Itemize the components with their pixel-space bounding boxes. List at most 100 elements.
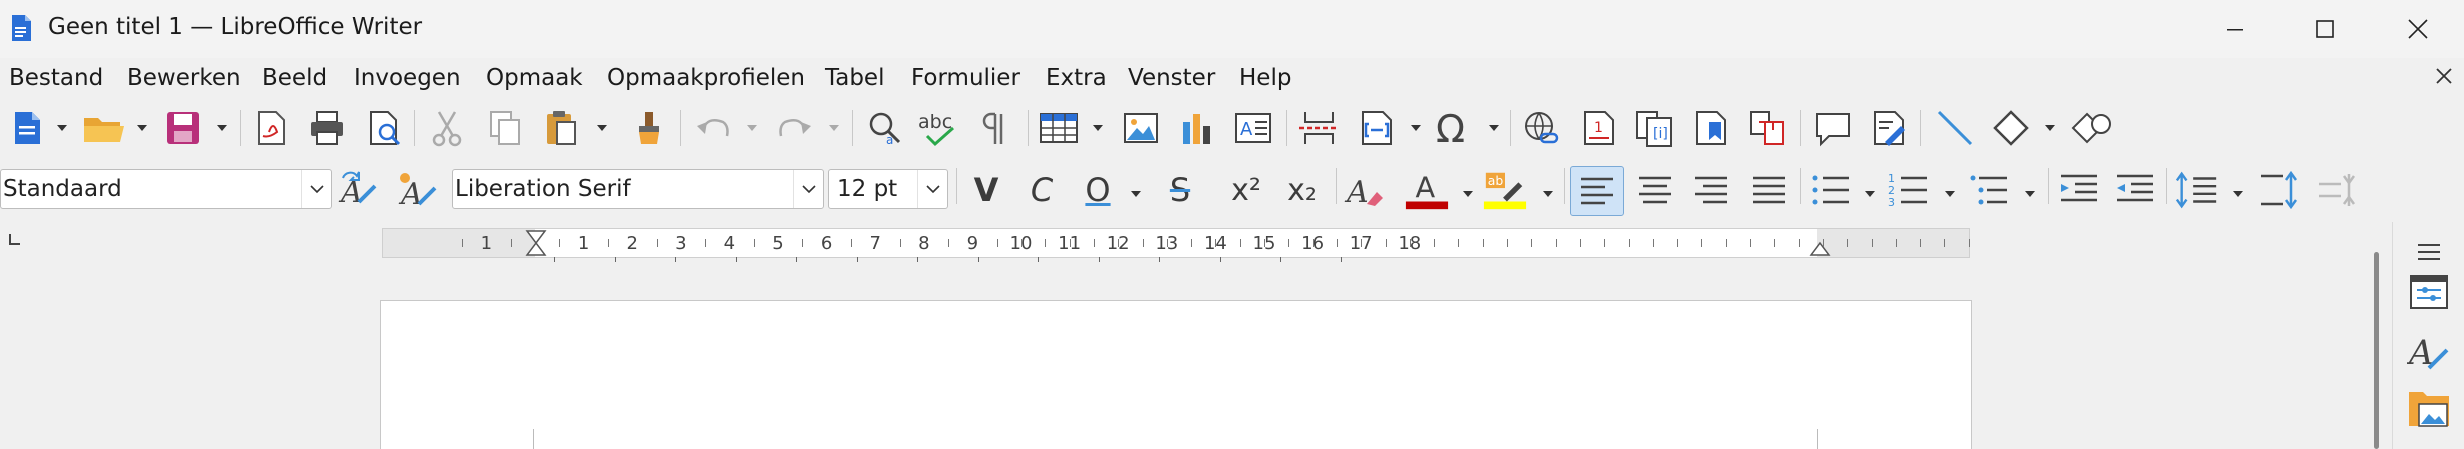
outline-list-dropdown[interactable] — [2022, 170, 2038, 218]
print-button[interactable] — [304, 104, 350, 152]
vertical-scrollbar[interactable] — [2374, 222, 2392, 449]
document-page[interactable] — [380, 300, 1972, 449]
numbered-list-dropdown[interactable] — [1942, 170, 1958, 218]
menu-venster[interactable]: Venster — [1128, 65, 1215, 91]
insert-chart-button[interactable] — [1174, 104, 1220, 152]
menu-formulier[interactable]: Formulier — [911, 65, 1020, 91]
superscript-button[interactable]: x² — [1222, 170, 1270, 210]
insert-table-dropdown[interactable] — [1090, 104, 1106, 152]
paragraph-spacing-increase-button[interactable] — [2256, 166, 2302, 214]
export-pdf-button[interactable] — [248, 104, 294, 152]
paste-dropdown[interactable] — [594, 104, 610, 152]
menu-opmaakprofielen[interactable]: Opmaakprofielen — [607, 65, 805, 91]
cut-button[interactable] — [424, 104, 470, 152]
bullet-list-button[interactable] — [1808, 166, 1854, 214]
scrollbar-thumb[interactable] — [2374, 252, 2379, 449]
find-replace-button[interactable]: a — [862, 104, 908, 152]
sidebar-gallery-button[interactable] — [2405, 384, 2453, 432]
print-preview-button[interactable] — [362, 104, 408, 152]
insert-table-button[interactable] — [1036, 104, 1082, 152]
decrease-indent-button[interactable] — [2112, 166, 2158, 214]
minimize-button[interactable] — [2200, 0, 2270, 58]
menu-tabel[interactable]: Tabel — [825, 65, 884, 91]
insert-image-button[interactable] — [1118, 104, 1164, 152]
paragraph-spacing-decrease-button[interactable] — [2314, 166, 2360, 214]
font-name-dropdown[interactable] — [793, 170, 823, 208]
subscript-button[interactable]: x₂ — [1278, 170, 1326, 210]
bullet-list-dropdown[interactable] — [1862, 170, 1878, 218]
basic-shapes-dropdown[interactable] — [2042, 104, 2058, 152]
left-indent-marker-icon[interactable] — [525, 229, 547, 257]
align-right-button[interactable] — [1688, 166, 1734, 214]
justify-button[interactable] — [1746, 166, 1792, 214]
insert-field-dropdown[interactable] — [1408, 104, 1424, 152]
comment-button[interactable] — [1810, 104, 1856, 152]
menu-invoegen[interactable]: Invoegen — [354, 65, 461, 91]
special-character-dropdown[interactable] — [1486, 104, 1502, 152]
open-dropdown[interactable] — [134, 104, 150, 152]
paste-button[interactable] — [538, 104, 584, 152]
close-document-icon[interactable] — [2430, 62, 2458, 90]
bold-button[interactable]: V — [962, 170, 1010, 210]
new-document-dropdown[interactable] — [54, 104, 70, 152]
undo-button[interactable] — [690, 104, 736, 152]
cross-reference-button[interactable] — [1744, 104, 1790, 152]
draw-functions-button[interactable] — [2070, 104, 2116, 152]
redo-dropdown[interactable] — [826, 104, 842, 152]
align-left-button[interactable] — [1570, 166, 1624, 216]
increase-indent-button[interactable] — [2056, 166, 2102, 214]
close-window-button[interactable] — [2383, 0, 2453, 58]
page-break-button[interactable] — [1296, 104, 1342, 152]
highlight-dropdown[interactable] — [1540, 170, 1556, 218]
formatting-marks-button[interactable] — [972, 104, 1018, 152]
menu-opmaak[interactable]: Opmaak — [486, 65, 583, 91]
sidebar-properties-button[interactable] — [2405, 268, 2453, 316]
menu-help[interactable]: Help — [1239, 65, 1291, 91]
save-dropdown[interactable] — [214, 104, 230, 152]
spellcheck-button[interactable]: abc — [916, 104, 962, 152]
italic-button[interactable]: C — [1018, 170, 1066, 210]
line-spacing-dropdown[interactable] — [2230, 170, 2246, 218]
basic-shapes-button[interactable] — [1988, 104, 2034, 152]
underline-button[interactable]: O — [1074, 170, 1122, 210]
menu-bestand[interactable]: Bestand — [9, 65, 103, 91]
save-button[interactable] — [160, 104, 206, 152]
paragraph-style-dropdown[interactable] — [301, 170, 331, 208]
footnote-button[interactable]: 1 — [1576, 104, 1622, 152]
insert-field-button[interactable] — [1354, 104, 1400, 152]
align-center-button[interactable] — [1632, 166, 1678, 214]
clone-formatting-button[interactable] — [626, 104, 672, 152]
menu-beeld[interactable]: Beeld — [262, 65, 327, 91]
paragraph-style-combo[interactable]: Standaard — [0, 169, 332, 209]
undo-dropdown[interactable] — [744, 104, 760, 152]
font-color-button[interactable]: A — [1404, 166, 1450, 214]
font-size-dropdown[interactable] — [917, 170, 947, 208]
horizontal-ruler[interactable]: 1 1 2 3 4 5 6 7 8 9 10 11 12 13 14 15 16 17 18 — [382, 228, 1970, 262]
numbered-list-button[interactable]: 123 — [1886, 166, 1932, 214]
right-indent-marker-icon[interactable] — [1809, 241, 1831, 257]
insert-line-button[interactable] — [1932, 104, 1978, 152]
hyperlink-button[interactable] — [1518, 104, 1564, 152]
line-spacing-button[interactable] — [2174, 166, 2220, 214]
highlight-button[interactable]: ab — [1482, 166, 1528, 214]
new-style-button[interactable]: A — [394, 166, 440, 214]
redo-button[interactable] — [772, 104, 818, 152]
font-color-dropdown[interactable] — [1460, 170, 1476, 218]
strikethrough-button[interactable]: S — [1156, 170, 1204, 210]
clear-formatting-button[interactable]: A — [1342, 166, 1388, 214]
bookmark-button[interactable] — [1688, 104, 1734, 152]
font-size-combo[interactable]: 12 pt — [828, 169, 948, 209]
insert-textbox-button[interactable]: A — [1230, 104, 1276, 152]
copy-button[interactable] — [482, 104, 528, 152]
new-document-button[interactable] — [4, 104, 50, 152]
menu-bewerken[interactable]: Bewerken — [127, 65, 241, 91]
track-changes-button[interactable] — [1866, 104, 1912, 152]
open-button[interactable] — [80, 104, 126, 152]
outline-list-button[interactable] — [1966, 166, 2012, 214]
special-character-button[interactable]: Ω — [1432, 104, 1478, 152]
tab-stop-selector-icon[interactable] — [8, 232, 22, 246]
font-name-combo[interactable]: Liberation Serif — [452, 169, 824, 209]
menu-extra[interactable]: Extra — [1046, 65, 1107, 91]
underline-dropdown[interactable] — [1128, 170, 1144, 218]
update-style-button[interactable]: A — [336, 166, 382, 214]
